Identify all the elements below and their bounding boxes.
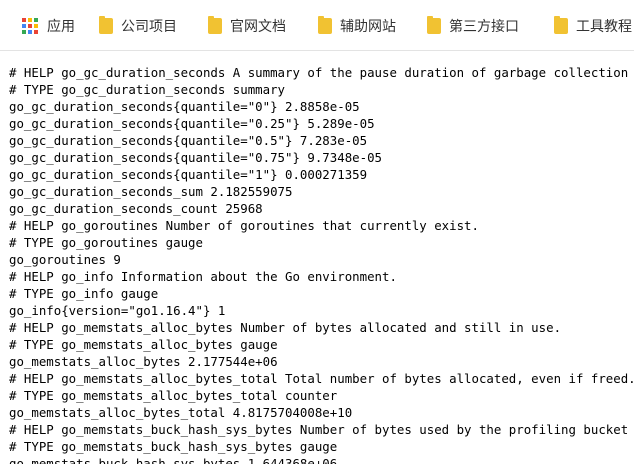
apps-grid-dot — [22, 24, 26, 28]
folder-icon — [99, 16, 113, 34]
metrics-line: go_goroutines 9 — [9, 252, 121, 267]
bookmark-label: 第三方接口 — [449, 19, 519, 35]
apps-grid-dot — [22, 18, 26, 22]
folder-icon — [208, 16, 222, 34]
metrics-line: go_gc_duration_seconds_sum 2.182559075 — [9, 184, 293, 199]
metrics-line: go_gc_duration_seconds{quantile="0.5"} 7… — [9, 133, 368, 148]
bookmark-label: 工具教程 — [576, 19, 632, 35]
bookmark-folder-official-docs[interactable]: 官网文档 — [208, 14, 286, 38]
metrics-line: go_gc_duration_seconds_count 25968 — [9, 201, 263, 216]
apps-grid-dot — [34, 18, 38, 22]
bookmark-folder-third-party-apis[interactable]: 第三方接口 — [427, 14, 519, 38]
metrics-line: go_gc_duration_seconds{quantile="1"} 0.0… — [9, 167, 368, 182]
metrics-line: go_memstats_alloc_bytes_total 4.81757040… — [9, 405, 353, 420]
folder-icon — [427, 16, 441, 34]
metrics-line: # HELP go_info Information about the Go … — [9, 269, 397, 284]
bookmark-label: 公司项目 — [121, 19, 177, 35]
apps-grid-icon — [22, 18, 38, 34]
metrics-line: # TYPE go_info gauge — [9, 286, 159, 301]
metrics-line: go_info{version="go1.16.4"} 1 — [9, 303, 226, 318]
apps-grid-dot — [28, 30, 32, 34]
bookmarks-bar: 应用 公司项目 官网文档 辅助网站 第三方接口 工具教程 — [0, 0, 634, 51]
metrics-line: # TYPE go_goroutines gauge — [9, 235, 203, 250]
metrics-line: # HELP go_memstats_alloc_bytes Number of… — [9, 320, 562, 335]
bookmark-folder-tool-tutorials[interactable]: 工具教程 — [554, 14, 632, 38]
metrics-line: # TYPE go_memstats_alloc_bytes gauge — [9, 337, 278, 352]
metrics-line: # TYPE go_memstats_alloc_bytes_total cou… — [9, 388, 338, 403]
apps-grid-dot — [28, 24, 32, 28]
bookmark-label: 辅助网站 — [340, 19, 396, 35]
metrics-line: go_gc_duration_seconds{quantile="0.25"} … — [9, 116, 375, 131]
metrics-line: # HELP go_gc_duration_seconds A summary … — [9, 65, 634, 80]
metrics-line: go_gc_duration_seconds{quantile="0"} 2.8… — [9, 99, 360, 114]
apps-grid-dot — [34, 30, 38, 34]
metrics-line: # HELP go_memstats_alloc_bytes_total Tot… — [9, 371, 634, 386]
metrics-line: # TYPE go_memstats_buck_hash_sys_bytes g… — [9, 439, 338, 454]
bookmark-apps[interactable]: 应用 — [22, 14, 75, 38]
metrics-text-content: # HELP go_gc_duration_seconds A summary … — [0, 51, 634, 464]
apps-grid-dot — [28, 18, 32, 22]
bookmark-folder-company-projects[interactable]: 公司项目 — [99, 14, 177, 38]
metrics-line: # HELP go_goroutines Number of goroutine… — [9, 218, 479, 233]
bookmark-label: 官网文档 — [230, 19, 286, 35]
bookmark-apps-label: 应用 — [47, 19, 75, 35]
metrics-line: go_memstats_alloc_bytes 2.177544e+06 — [9, 354, 278, 369]
metrics-line: # TYPE go_gc_duration_seconds summary — [9, 82, 286, 97]
apps-grid-dot — [34, 24, 38, 28]
metrics-line: go_gc_duration_seconds{quantile="0.75"} … — [9, 150, 382, 165]
metrics-line: go_memstats_buck_hash_sys_bytes 1.644368… — [9, 456, 338, 464]
folder-icon — [318, 16, 332, 34]
metrics-line: # HELP go_memstats_buck_hash_sys_bytes N… — [9, 422, 629, 437]
folder-icon — [554, 16, 568, 34]
apps-grid-dot — [22, 30, 26, 34]
bookmark-folder-helper-sites[interactable]: 辅助网站 — [318, 14, 396, 38]
